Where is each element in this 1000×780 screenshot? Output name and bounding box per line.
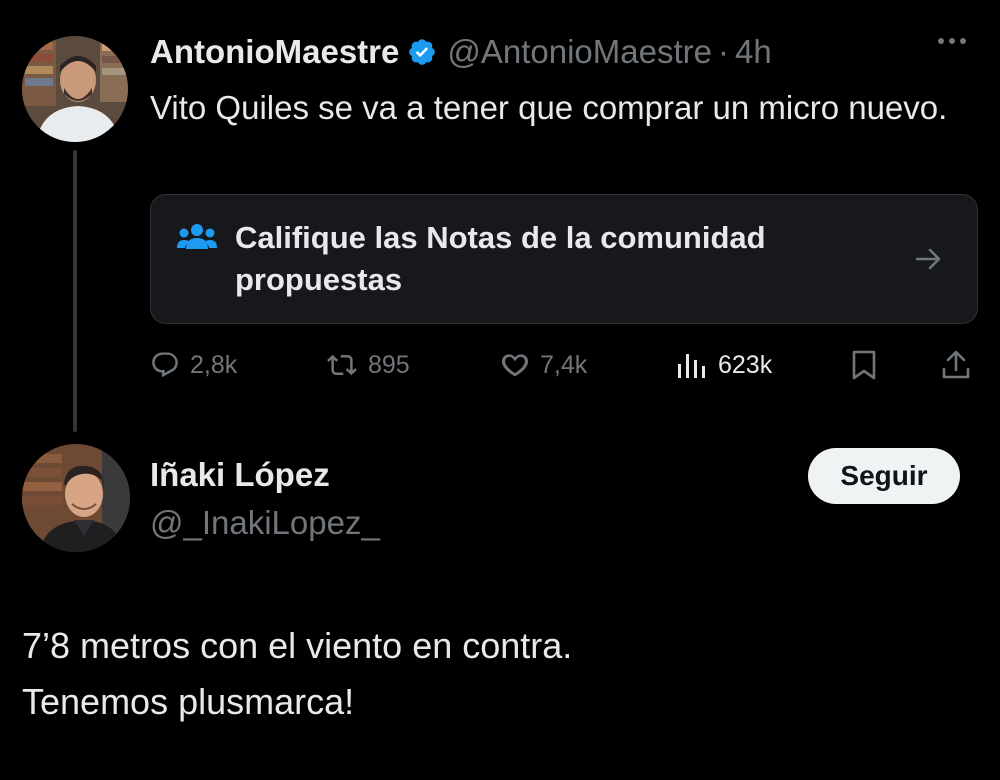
repost-icon <box>326 350 358 380</box>
avatar-antoniomaestre[interactable] <box>22 36 128 142</box>
reply-author-handle[interactable]: @_InakiLopez_ <box>150 504 380 542</box>
like-button[interactable]: 7,4k <box>500 344 587 386</box>
more-horizontal-icon[interactable] <box>938 38 966 44</box>
reply-icon <box>150 350 180 380</box>
arrow-right-icon <box>913 243 945 280</box>
separator-dot: · <box>718 33 729 70</box>
community-notes-card[interactable]: Califique las Notas de la comunidad prop… <box>150 194 978 324</box>
reply-text-line-1: 7’8 metros con el viento en contra. <box>22 625 573 666</box>
views-count: 623k <box>718 350 773 379</box>
bookmark-button[interactable] <box>850 344 878 386</box>
reply-button[interactable]: 2,8k <box>150 344 237 386</box>
like-count: 7,4k <box>540 350 588 379</box>
tweet-action-bar: 2,8k 895 7,4k 623k <box>150 344 978 386</box>
heart-icon <box>500 350 530 380</box>
share-button[interactable] <box>940 344 972 386</box>
bookmark-icon <box>850 349 878 381</box>
tweet-header: AntonioMaestre @AntonioMaestre · 4h <box>150 30 772 74</box>
verified-badge-icon <box>407 37 437 67</box>
views-chart-icon <box>676 350 708 380</box>
reply-text-line-2: Tenemos plusmarca! <box>22 681 355 722</box>
people-icon <box>177 221 217 258</box>
repost-count: 895 <box>368 350 410 379</box>
reply-author-display-name[interactable]: Iñaki López <box>150 456 330 494</box>
follow-button[interactable]: Seguir <box>808 448 960 504</box>
thread-connector-line <box>73 150 77 432</box>
tweet-text: Vito Quiles se va a tener que comprar un… <box>150 89 948 126</box>
author-handle[interactable]: @AntonioMaestre <box>447 33 712 71</box>
share-icon <box>940 349 972 381</box>
community-notes-prompt: Califique las Notas de la comunidad prop… <box>235 220 766 297</box>
reply-tweet-text: 7’8 metros con el viento en contra. Tene… <box>22 618 982 730</box>
views-button[interactable]: 623k <box>676 344 772 386</box>
tweet-timestamp[interactable]: 4h <box>735 33 772 71</box>
avatar-inakilopez[interactable] <box>22 444 130 552</box>
repost-button[interactable]: 895 <box>326 344 410 386</box>
author-display-name[interactable]: AntonioMaestre <box>150 33 399 71</box>
reply-count: 2,8k <box>190 350 238 379</box>
